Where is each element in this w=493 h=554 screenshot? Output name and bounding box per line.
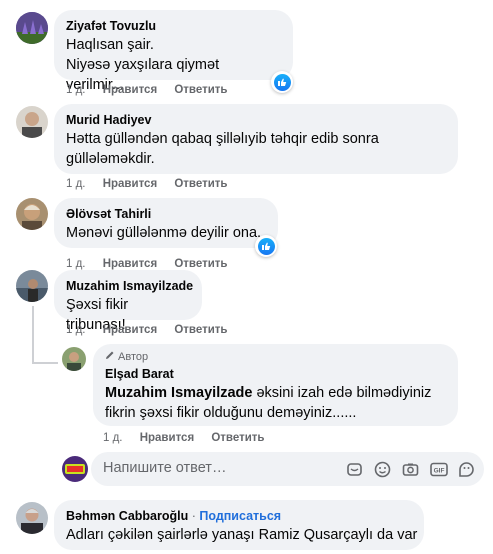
like-reaction-badge[interactable] [271, 71, 293, 93]
like-button[interactable]: Нравится [103, 178, 157, 190]
reply-composer: GIF [91, 452, 484, 486]
like-button[interactable]: Нравится [140, 432, 194, 444]
comment-actions: 1 д. Нравится Ответить [66, 84, 242, 96]
avatar[interactable] [16, 270, 48, 302]
pencil-icon [105, 350, 115, 364]
reply-input[interactable] [103, 460, 303, 476]
avatar[interactable] [62, 347, 86, 371]
like-button[interactable]: Нравится [103, 324, 157, 336]
gif-icon[interactable]: GIF [429, 460, 448, 479]
comment-author[interactable]: Murid Hadiyev [66, 112, 446, 129]
author-badge: Автор [105, 350, 446, 364]
comment-bubble: Muzahim Ismayilzade Şəxsi fikir tribunas… [54, 270, 202, 333]
comment-time[interactable]: 1 д. [66, 84, 86, 96]
like-reaction-badge[interactable] [255, 235, 277, 257]
reply-text-rest: əksini izah edə bilmədiyiniz [252, 385, 432, 401]
comment-bubble: Murid Hadiyev Hətta gülləndən qabaq şill… [54, 104, 458, 174]
current-user-avatar[interactable] [62, 456, 88, 482]
reply-bubble: Автор Elşad Barat Muzahim Ismayilzade ək… [93, 344, 458, 426]
reply-button[interactable]: Ответить [174, 84, 227, 96]
comment-author-line: Bəhmən Cabbaroğlu · Подписаться [66, 508, 412, 525]
comment-actions: 1 д. Нравится Ответить [66, 324, 242, 336]
comment-text-line: Mənəvi güllələnmə deyilir ona. [66, 225, 262, 241]
comment-bubble: Ziyafət Tovuzlu Haqlısan şair. Niyəsə ya… [54, 10, 293, 93]
mention-link[interactable]: Muzahim Ismayilzade [105, 385, 252, 401]
avatar[interactable] [16, 502, 48, 534]
camera-icon[interactable] [401, 460, 420, 479]
comment-author[interactable]: Muzahim Ismayilzade [66, 278, 193, 295]
sticker-icon[interactable] [345, 460, 364, 479]
avatar[interactable] [16, 198, 48, 230]
comment-author[interactable]: Bəhmən Cabbaroğlu [66, 509, 188, 523]
reply-button[interactable]: Ответить [174, 178, 227, 190]
comment-time[interactable]: 1 д. [66, 324, 86, 336]
comment-actions: 1 д. Нравится Ответить [66, 258, 242, 270]
comment-bubble: Əlövsət Tahirli Mənəvi güllələnmə deyili… [54, 198, 278, 248]
thread-line [32, 362, 58, 364]
comment-text-line: Haqlısan şair. [66, 37, 154, 53]
comment-time[interactable]: 1 д. [66, 178, 86, 190]
avatar[interactable] [16, 106, 48, 138]
reply-actions: 1 д. Нравится Ответить [103, 432, 279, 444]
follow-button[interactable]: Подписаться [199, 509, 281, 523]
comment-text-line: Adları çəkilən şairlərlə yanaşı Ramiz Qu… [66, 527, 418, 543]
comment-author[interactable]: Əlövsət Tahirli [66, 206, 266, 223]
reply-text-line: fikrin şəxsi fikir olduğunu deməyiniz...… [105, 405, 357, 421]
comment-author[interactable]: Ziyafət Tovuzlu [66, 18, 281, 35]
avatar[interactable] [16, 12, 48, 44]
reply-button[interactable]: Ответить [174, 324, 227, 336]
avatar-sticker-icon[interactable] [457, 460, 476, 479]
thumbs-up-icon [257, 237, 275, 255]
svg-text:GIF: GIF [433, 468, 444, 475]
like-button[interactable]: Нравится [103, 84, 157, 96]
comment-bubble: Bəhmən Cabbaroğlu · Подписаться Adları ç… [54, 500, 424, 550]
reply-text-line: Muzahim Ismayilzade əksini izah edə bilm… [105, 383, 446, 403]
composer-tools: GIF [345, 460, 476, 479]
comment-text-line: güllələməkdir. [66, 151, 155, 167]
reply-author[interactable]: Elşad Barat [105, 366, 446, 383]
thumbs-up-icon [273, 73, 291, 91]
author-badge-label: Автор [118, 351, 149, 363]
comment-time[interactable]: 1 д. [66, 258, 86, 270]
comment-actions: 1 д. Нравится Ответить [66, 178, 242, 190]
reply-button[interactable]: Ответить [211, 432, 264, 444]
emoji-icon[interactable] [373, 460, 392, 479]
like-button[interactable]: Нравится [103, 258, 157, 270]
separator: · [188, 509, 200, 523]
thread-line [32, 306, 34, 364]
reply-time[interactable]: 1 д. [103, 432, 123, 444]
reply-button[interactable]: Ответить [174, 258, 227, 270]
comment-text-line: Hətta gülləndən qabaq şilləlıyib təhqir … [66, 131, 379, 147]
